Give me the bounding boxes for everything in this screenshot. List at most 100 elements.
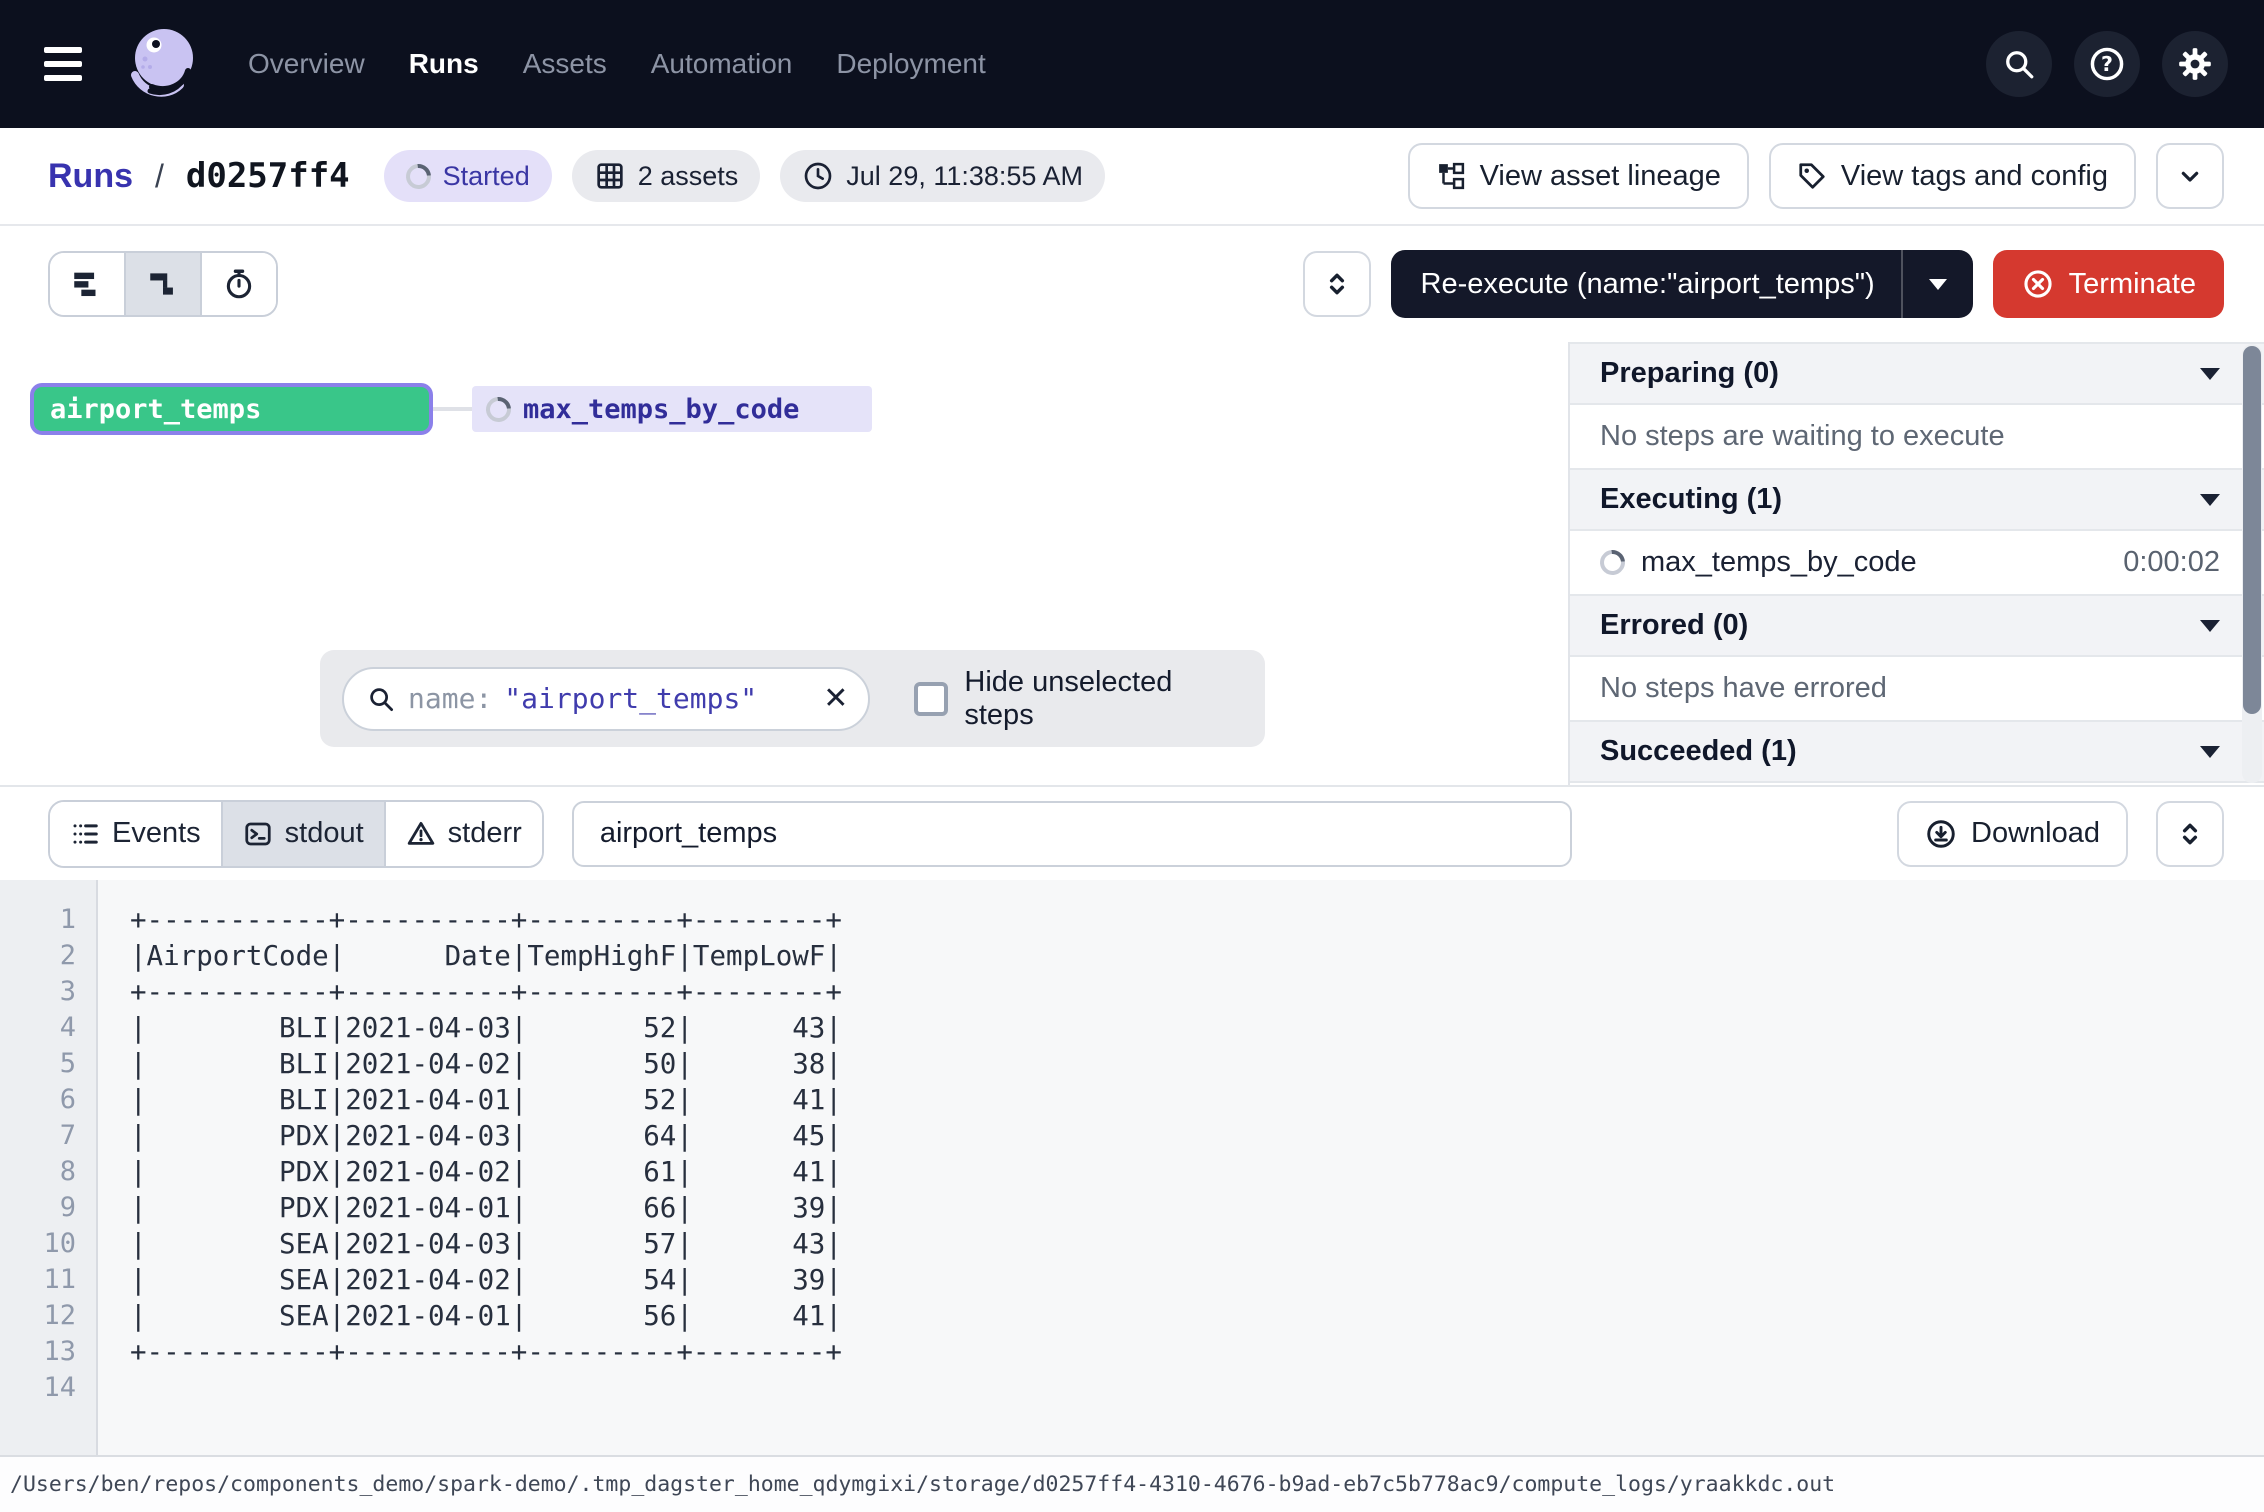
line-content	[96, 1370, 130, 1406]
log-line: 13+-----------+----------+---------+----…	[0, 1334, 2264, 1370]
nav-overview[interactable]: Overview	[248, 48, 365, 80]
collapse-triangle-icon	[2200, 494, 2220, 506]
line-number: 5	[0, 1046, 96, 1082]
header-actions: View asset lineage View tags and config	[1408, 143, 2224, 209]
line-content: +-----------+----------+---------+------…	[96, 902, 842, 938]
line-number: 8	[0, 1154, 96, 1190]
stopwatch-icon	[222, 267, 256, 301]
line-number: 12	[0, 1298, 96, 1334]
stdout-log-view[interactable]: 1+-----------+----------+---------+-----…	[0, 880, 2264, 1455]
help-icon: ?	[2088, 45, 2126, 83]
header-more-button[interactable]	[2156, 143, 2224, 209]
line-content: | PDX|2021-04-02| 61| 41|	[96, 1154, 842, 1190]
log-line: 2|AirportCode| Date|TempHighF|TempLowF|	[0, 938, 2264, 974]
panel-scrollbar[interactable]	[2242, 344, 2262, 783]
log-line: 11| SEA|2021-04-02| 54| 39|	[0, 1262, 2264, 1298]
reexecute-button[interactable]: Re-execute (name:"airport_temps")	[1391, 250, 1973, 318]
gantt-step-airport-temps[interactable]: airport_temps	[30, 383, 433, 435]
help-button[interactable]: ?	[2074, 31, 2140, 97]
line-number: 14	[0, 1370, 96, 1406]
log-line: 5| BLI|2021-04-02| 50| 38|	[0, 1046, 2264, 1082]
view-asset-lineage-button[interactable]: View asset lineage	[1408, 143, 1749, 209]
log-line: 8| PDX|2021-04-02| 61| 41|	[0, 1154, 2264, 1190]
scrollbar-thumb[interactable]	[2243, 346, 2261, 714]
expand-vertical-icon	[1321, 268, 1353, 300]
section-executing[interactable]: Executing (1)	[1570, 468, 2264, 531]
expand-logs-button[interactable]	[2156, 801, 2224, 867]
tab-stderr[interactable]: stderr	[384, 802, 542, 866]
section-errored[interactable]: Errored (0)	[1570, 594, 2264, 657]
flat-view-button[interactable]	[50, 253, 124, 315]
line-number: 2	[0, 938, 96, 974]
log-filter-input[interactable]	[572, 801, 1572, 867]
nav-assets[interactable]: Assets	[523, 48, 607, 80]
spinner-icon	[401, 158, 436, 193]
view-tags-config-button[interactable]: View tags and config	[1769, 143, 2136, 209]
dagster-run-page: Overview Runs Assets Automation Deployme…	[0, 0, 2264, 1512]
expand-vertical-icon	[2174, 818, 2206, 850]
tab-stdout[interactable]: stdout	[221, 802, 384, 866]
log-line: 6| BLI|2021-04-01| 52| 41|	[0, 1082, 2264, 1118]
timed-view-button[interactable]	[200, 253, 276, 315]
expand-gantt-button[interactable]	[1303, 251, 1371, 317]
line-content: | PDX|2021-04-01| 66| 39|	[96, 1190, 842, 1226]
assets-grid-icon	[594, 160, 626, 192]
log-line: 7| PDX|2021-04-03| 64| 45|	[0, 1118, 2264, 1154]
gantt-step-max-temps-by-code[interactable]: max_temps_by_code	[472, 386, 872, 432]
log-toolbar: Events stdout stderr	[0, 785, 2264, 880]
tab-events[interactable]: Events	[50, 802, 221, 866]
log-file-path: /Users/ben/repos/components_demo/spark-d…	[0, 1455, 2264, 1512]
step-search-input[interactable]: name:"airport_temps" ✕	[342, 667, 870, 731]
collapse-triangle-icon	[2200, 368, 2220, 380]
run-header: Runs / d0257ff4 Started 2 assets Jul 29,…	[0, 128, 2264, 226]
download-button[interactable]: Download	[1897, 801, 2128, 867]
hide-unselected-label[interactable]: Hide unselected steps	[964, 666, 1243, 732]
collapse-triangle-icon	[2200, 620, 2220, 632]
clear-search-icon[interactable]: ✕	[823, 684, 848, 714]
menu-button[interactable]	[44, 36, 100, 92]
line-content: +-----------+----------+---------+------…	[96, 974, 842, 1010]
download-icon	[1925, 818, 1957, 850]
assets-badge[interactable]: 2 assets	[572, 150, 761, 202]
gantt-waterfall-icon	[146, 267, 180, 301]
nav-automation[interactable]: Automation	[651, 48, 793, 80]
terminate-icon	[2021, 267, 2055, 301]
run-toolbar: Re-execute (name:"airport_temps") Termin…	[0, 226, 2264, 342]
line-number: 1	[0, 902, 96, 938]
search-button[interactable]	[1986, 31, 2052, 97]
top-nav: Overview Runs Assets Automation Deployme…	[0, 0, 2264, 128]
line-number: 6	[0, 1082, 96, 1118]
dagster-octopus-icon	[122, 23, 204, 105]
gantt-search-bar: name:"airport_temps" ✕ Hide unselected s…	[320, 650, 1265, 747]
status-badge: Started	[384, 150, 552, 202]
breadcrumb-runs-link[interactable]: Runs	[48, 157, 133, 196]
tag-icon	[1797, 161, 1827, 191]
spinner-icon	[1595, 545, 1630, 580]
line-content: | BLI|2021-04-02| 50| 38|	[96, 1046, 842, 1082]
waterfall-view-button[interactable]	[124, 253, 200, 315]
line-number: 11	[0, 1262, 96, 1298]
log-line: 9| PDX|2021-04-01| 66| 39|	[0, 1190, 2264, 1226]
nav-deployment[interactable]: Deployment	[836, 48, 985, 80]
terminate-button[interactable]: Terminate	[1993, 250, 2224, 318]
hide-unselected-checkbox[interactable]	[914, 682, 948, 716]
dagster-logo[interactable]	[122, 23, 204, 105]
settings-button[interactable]	[2162, 31, 2228, 97]
line-number: 4	[0, 1010, 96, 1046]
nav-runs[interactable]: Runs	[409, 48, 479, 80]
gantt-chart: airport_temps max_temps_by_code name:"ai…	[0, 342, 1568, 785]
elapsed-time: 0:00:02	[2123, 546, 2220, 579]
line-number: 10	[0, 1226, 96, 1262]
line-content: |AirportCode| Date|TempHighF|TempLowF|	[96, 938, 842, 974]
collapse-triangle-icon	[2200, 746, 2220, 758]
executing-step-row[interactable]: max_temps_by_code 0:00:02	[1570, 531, 2264, 594]
steps-panel: Preparing (0) No steps are waiting to ex…	[1568, 342, 2264, 785]
line-content: | BLI|2021-04-01| 52| 41|	[96, 1082, 842, 1118]
log-tabs: Events stdout stderr	[48, 800, 544, 868]
section-preparing[interactable]: Preparing (0)	[1570, 342, 2264, 405]
lineage-icon	[1436, 161, 1466, 191]
section-succeeded[interactable]: Succeeded (1)	[1570, 720, 2264, 783]
reexecute-dropdown-caret[interactable]	[1903, 279, 1973, 290]
gear-icon	[2176, 45, 2214, 83]
line-content: | SEA|2021-04-02| 54| 39|	[96, 1262, 842, 1298]
